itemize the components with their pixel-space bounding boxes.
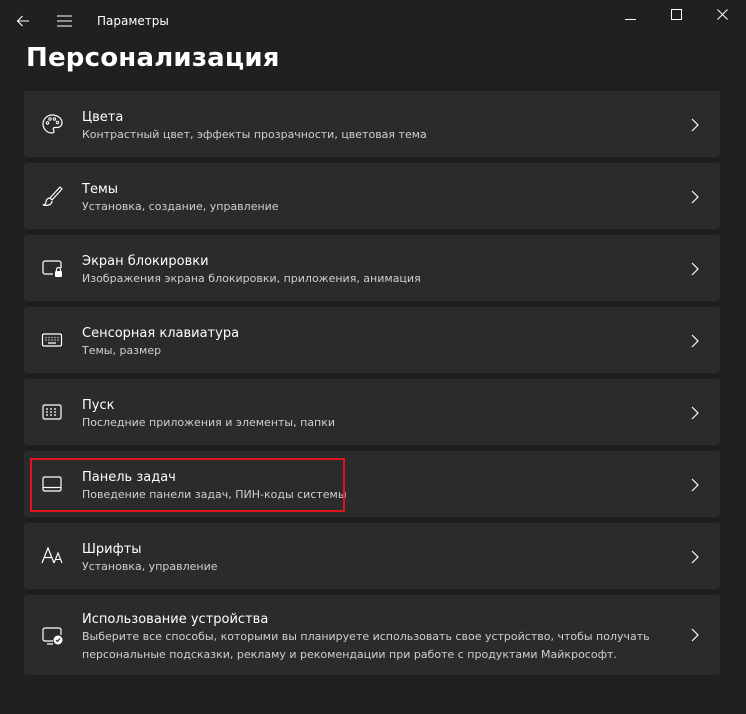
- item-description: Установка, создание, управление: [82, 200, 279, 213]
- settings-item-start[interactable]: Пуск Последние приложения и элементы, па…: [24, 379, 720, 445]
- keyboard-icon: [40, 328, 64, 352]
- settings-item-taskbar[interactable]: Панель задач Поведение панели задач, ПИН…: [24, 451, 720, 517]
- minimize-icon: [624, 18, 636, 20]
- settings-item-themes[interactable]: Темы Установка, создание, управление: [24, 163, 720, 229]
- minimize-button[interactable]: [614, 0, 646, 28]
- item-title: Панель задач: [82, 470, 176, 485]
- item-title: Цвета: [82, 110, 124, 125]
- settings-window: Параметры Персонализация Цвета Контрастн…: [0, 0, 746, 714]
- item-description: Выберите все способы, которыми вы планир…: [82, 630, 650, 661]
- item-title: Темы: [82, 182, 119, 197]
- title-bar: Параметры: [0, 0, 746, 44]
- item-description: Последние приложения и элементы, папки: [82, 416, 336, 429]
- chevron-right-icon: [688, 190, 702, 204]
- item-title: Сенсорная клавиатура: [82, 326, 240, 341]
- settings-item-fonts[interactable]: Шрифты Установка, управление: [24, 523, 720, 589]
- hamburger-menu-icon: [56, 15, 72, 27]
- start-menu-icon: [40, 400, 64, 424]
- item-title: Шрифты: [82, 542, 142, 557]
- settings-item-device-usage[interactable]: Использование устройства Выберите все сп…: [24, 595, 720, 675]
- back-button[interactable]: [8, 6, 38, 36]
- item-description: Темы, размер: [82, 344, 162, 357]
- page-title: Персонализация: [26, 43, 280, 73]
- chevron-right-icon: [688, 628, 702, 642]
- chevron-right-icon: [688, 550, 702, 564]
- lock-screen-icon: [40, 256, 64, 280]
- item-title: Экран блокировки: [82, 254, 209, 269]
- fonts-icon: [40, 544, 64, 568]
- settings-item-lock-screen[interactable]: Экран блокировки Изображения экрана блок…: [24, 235, 720, 301]
- device-usage-icon: [40, 623, 64, 647]
- app-title: Параметры: [97, 14, 169, 28]
- palette-icon: [40, 112, 64, 136]
- item-description: Изображения экрана блокировки, приложени…: [82, 272, 421, 285]
- settings-item-touch-keyboard[interactable]: Сенсорная клавиатура Темы, размер: [24, 307, 720, 373]
- item-description: Поведение панели задач, ПИН-коды системы: [82, 488, 347, 501]
- item-description: Контрастный цвет, эффекты прозрачности, …: [82, 128, 427, 141]
- item-description: Установка, управление: [82, 560, 218, 573]
- brush-icon: [40, 184, 64, 208]
- chevron-right-icon: [688, 406, 702, 420]
- settings-item-colors[interactable]: Цвета Контрастный цвет, эффекты прозрачн…: [24, 91, 720, 157]
- item-title: Пуск: [82, 398, 115, 413]
- chevron-right-icon: [688, 478, 702, 492]
- back-arrow-icon: [16, 15, 29, 27]
- close-icon: [716, 8, 728, 20]
- item-title: Использование устройства: [82, 612, 269, 627]
- maximize-button[interactable]: [660, 0, 692, 28]
- chevron-right-icon: [688, 262, 702, 276]
- navigation-menu-button[interactable]: [50, 6, 78, 36]
- close-button[interactable]: [706, 0, 738, 28]
- taskbar-icon: [40, 472, 64, 496]
- maximize-icon: [670, 8, 682, 20]
- chevron-right-icon: [688, 334, 702, 348]
- chevron-right-icon: [688, 118, 702, 132]
